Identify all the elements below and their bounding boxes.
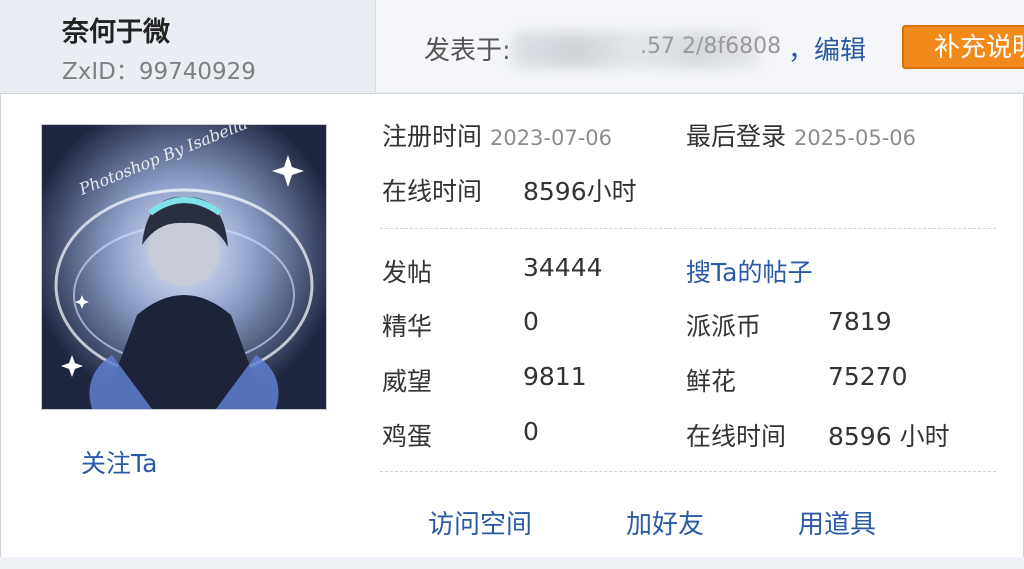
posted-label: 发表于: [424,36,511,66]
page-background-strip [0,557,1024,569]
stat-label: 鲜花 [686,367,737,396]
stat-label: 威望 [382,367,433,396]
stat-label: 精华 [382,312,433,341]
register-label: 注册时间 [382,122,483,151]
online-value: 8596小时 [523,177,637,206]
stat-value: 9811 [523,362,587,391]
stat-label: 鸡蛋 [382,422,433,451]
stat-value: 7819 [828,307,892,336]
stat-value: 8596 小时 [828,422,950,451]
divider [380,471,996,472]
avatar-illustration: Photoshop By Isabella [42,125,326,409]
register-date: 2023-07-06 [489,126,613,150]
stat-value: 34444 [523,253,603,282]
use-item-link[interactable]: 用道具 [798,504,876,541]
search-posts-link[interactable]: 搜Ta的帖子 [686,253,812,289]
stat-label: 在线时间 [686,422,787,451]
stat-value: 0 [523,417,539,446]
stat-value: 75270 [828,362,908,391]
stat-value: 0 [523,307,539,336]
supplement-button[interactable]: 补充说明 [902,25,1024,69]
posted-fragment: .57 2/8f6808 [640,34,782,59]
online-label: 在线时间 [382,177,483,206]
author-name[interactable]: 奈何于微 [62,10,170,49]
stat-label: 发帖 [382,258,433,287]
last-login-date: 2025-05-06 [793,126,917,150]
last-login-row: 最后登录 2025-05-06 [686,117,916,153]
author-zxid: ZxID：99740929 [62,59,256,85]
register-row: 注册时间 2023-07-06 [382,117,612,153]
stat-label: 派派币 [686,312,762,341]
divider [380,228,996,229]
avatar[interactable]: Photoshop By Isabella [41,124,327,410]
online-row: 在线时间 [382,172,482,208]
follow-link[interactable]: 关注Ta [81,444,157,480]
visit-space-link[interactable]: 访问空间 [428,504,532,541]
edit-link[interactable]: ，编辑 [788,30,866,67]
last-login-label: 最后登录 [686,122,787,151]
add-friend-link[interactable]: 加好友 [626,504,704,541]
author-panel: 奈何于微 ZxID：99740929 [0,0,376,92]
